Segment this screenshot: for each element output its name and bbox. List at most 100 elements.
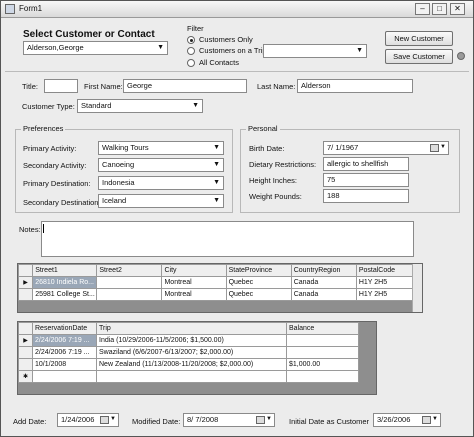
row-header[interactable] bbox=[17, 288, 34, 301]
chevron-down-icon[interactable]: ▼ bbox=[356, 47, 363, 54]
cell[interactable] bbox=[32, 370, 97, 383]
cell[interactable]: Montreal bbox=[161, 276, 227, 289]
modified-date-picker[interactable]: 8/ 7/2008 ▼ bbox=[183, 413, 275, 427]
add-date-label: Add Date: bbox=[13, 417, 47, 426]
column-header-reservation-date[interactable]: ReservationDate bbox=[32, 322, 97, 335]
address-grid-scrollbar[interactable] bbox=[412, 264, 422, 312]
cell[interactable]: New Zealand (11/13/2008-11/20/2008; $2,0… bbox=[96, 358, 287, 371]
chevron-down-icon[interactable]: ▼ bbox=[213, 179, 220, 186]
notes-textarea[interactable] bbox=[41, 221, 414, 257]
column-header-trip[interactable]: Trip bbox=[96, 322, 287, 335]
chevron-down-icon[interactable]: ▼ bbox=[157, 44, 164, 51]
cell[interactable] bbox=[96, 288, 163, 301]
title-field[interactable] bbox=[44, 79, 78, 93]
filter-label-customers-on-trip: Customers on a Trip bbox=[199, 46, 267, 55]
modified-date-value: 8/ 7/2008 bbox=[187, 415, 219, 424]
cell[interactable]: Canada bbox=[290, 276, 357, 289]
table-row[interactable]: ▶ 2/24/2006 7:19 ... India (10/29/2006-1… bbox=[18, 334, 359, 347]
birth-date-picker[interactable]: 7/ 1/1967 ▼ bbox=[323, 141, 449, 155]
column-header-state[interactable]: StateProvince bbox=[225, 264, 292, 277]
row-header-corner bbox=[18, 322, 33, 335]
add-date-picker[interactable]: 1/24/2006 ▼ bbox=[57, 413, 119, 427]
close-button[interactable]: ✕ bbox=[450, 3, 465, 15]
filter-radio-all-contacts[interactable] bbox=[187, 59, 195, 67]
save-customer-button[interactable]: Save Customer bbox=[385, 49, 453, 64]
column-header-street2[interactable]: Street2 bbox=[96, 264, 163, 277]
cell[interactable]: Quebec bbox=[225, 276, 292, 289]
weight-pounds-field[interactable]: 188 bbox=[323, 189, 409, 203]
filter-radio-customers-only[interactable] bbox=[187, 36, 195, 44]
table-row[interactable]: 25981 College St... Montreal Quebec Cana… bbox=[17, 288, 423, 301]
table-row[interactable]: 10/1/2008 New Zealand (11/13/2008-11/20/… bbox=[18, 358, 359, 371]
customer-select-value: Alderson,George bbox=[27, 43, 84, 52]
cell[interactable]: Quebec bbox=[225, 288, 292, 301]
chevron-down-icon[interactable]: ▼ bbox=[110, 416, 116, 422]
initial-date-label: Initial Date as Customer bbox=[289, 417, 370, 426]
primary-activity-value: Walking Tours bbox=[102, 143, 149, 152]
cell[interactable] bbox=[96, 276, 163, 289]
cell[interactable]: 10/1/2008 bbox=[32, 358, 97, 371]
height-inches-field[interactable]: 75 bbox=[323, 173, 409, 187]
app-icon[interactable] bbox=[5, 4, 15, 14]
column-header-balance[interactable]: Balance bbox=[286, 322, 359, 335]
primary-activity-select[interactable]: Walking Tours ▼ bbox=[98, 141, 224, 155]
dietary-restrictions-field[interactable]: allergic to shellfish bbox=[323, 157, 409, 171]
chevron-down-icon[interactable]: ▼ bbox=[192, 102, 199, 109]
chevron-down-icon[interactable]: ▼ bbox=[213, 197, 220, 204]
customer-type-select[interactable]: Standard ▼ bbox=[77, 99, 203, 113]
title-bar[interactable]: Form1 – □ ✕ bbox=[1, 1, 473, 18]
column-header-city[interactable]: City bbox=[161, 264, 227, 277]
customer-select[interactable]: Alderson,George ▼ bbox=[23, 41, 168, 55]
secondary-destination-value: Iceland bbox=[102, 196, 127, 205]
cell[interactable] bbox=[286, 346, 359, 359]
last-name-field[interactable]: Alderson bbox=[297, 79, 413, 93]
chevron-down-icon[interactable]: ▼ bbox=[213, 144, 220, 151]
chevron-down-icon[interactable]: ▼ bbox=[213, 161, 220, 168]
secondary-activity-select[interactable]: Canoeing ▼ bbox=[98, 158, 224, 172]
new-customer-button[interactable]: New Customer bbox=[385, 31, 453, 46]
cell[interactable] bbox=[286, 370, 359, 383]
new-row[interactable]: ✱ bbox=[18, 370, 359, 383]
new-row-icon[interactable]: ✱ bbox=[18, 370, 33, 383]
initial-date-picker[interactable]: 3/26/2006 ▼ bbox=[373, 413, 441, 427]
secondary-destination-select[interactable]: Iceland ▼ bbox=[98, 194, 224, 208]
last-name-label: Last Name: bbox=[257, 82, 296, 91]
maximize-button[interactable]: □ bbox=[432, 3, 447, 15]
column-header-country[interactable]: CountryRegion bbox=[290, 264, 357, 277]
cell[interactable]: Canada bbox=[290, 288, 357, 301]
cell[interactable]: $1,000.00 bbox=[286, 358, 359, 371]
first-name-field[interactable]: George bbox=[123, 79, 247, 93]
table-row[interactable]: ▶ 26810 Indiela Ro... Montreal Quebec Ca… bbox=[17, 276, 423, 289]
cell[interactable]: Swaziland (6/6/2007-6/13/2007; $2,000.00… bbox=[96, 346, 287, 359]
cell[interactable] bbox=[286, 334, 359, 347]
secondary-destination-label: Secondary Destination: bbox=[23, 198, 101, 207]
column-header-street1[interactable]: Street1 bbox=[32, 264, 98, 277]
reservation-grid[interactable]: ReservationDate Trip Balance ▶ 2/24/2006… bbox=[17, 321, 377, 395]
cell[interactable]: India (10/29/2006-11/5/2006; $1,500.00) bbox=[96, 334, 287, 347]
cell[interactable] bbox=[96, 370, 287, 383]
chevron-down-icon[interactable]: ▼ bbox=[440, 144, 446, 150]
row-header[interactable] bbox=[18, 346, 33, 359]
chevron-down-icon[interactable]: ▼ bbox=[266, 416, 272, 422]
cell[interactable]: 25981 College St... bbox=[32, 288, 98, 301]
table-row[interactable]: 2/24/2006 7:19 ... Swaziland (6/6/2007-6… bbox=[18, 346, 359, 359]
calendar-icon[interactable] bbox=[422, 416, 431, 424]
cell[interactable]: 2/24/2006 7:19 ... bbox=[32, 346, 97, 359]
minimize-button[interactable]: – bbox=[415, 3, 430, 15]
primary-destination-value: Indonesia bbox=[102, 178, 135, 187]
calendar-icon[interactable] bbox=[430, 144, 439, 152]
trip-select[interactable]: ▼ bbox=[263, 44, 367, 58]
calendar-icon[interactable] bbox=[100, 416, 109, 424]
address-grid[interactable]: Street1 Street2 City StateProvince Count… bbox=[17, 263, 423, 313]
filter-radio-customers-on-trip[interactable] bbox=[187, 47, 195, 55]
row-header[interactable] bbox=[18, 358, 33, 371]
row-pointer-icon[interactable]: ▶ bbox=[18, 334, 33, 347]
cell[interactable]: Montreal bbox=[161, 288, 227, 301]
primary-destination-select[interactable]: Indonesia ▼ bbox=[98, 176, 224, 190]
row-pointer-icon[interactable]: ▶ bbox=[17, 276, 34, 289]
calendar-icon[interactable] bbox=[256, 416, 265, 424]
cell[interactable]: 26810 Indiela Ro... bbox=[32, 276, 98, 289]
cell[interactable]: 2/24/2006 7:19 ... bbox=[32, 334, 97, 347]
chevron-down-icon[interactable]: ▼ bbox=[432, 416, 438, 422]
birth-date-value: 7/ 1/1967 bbox=[327, 143, 359, 152]
